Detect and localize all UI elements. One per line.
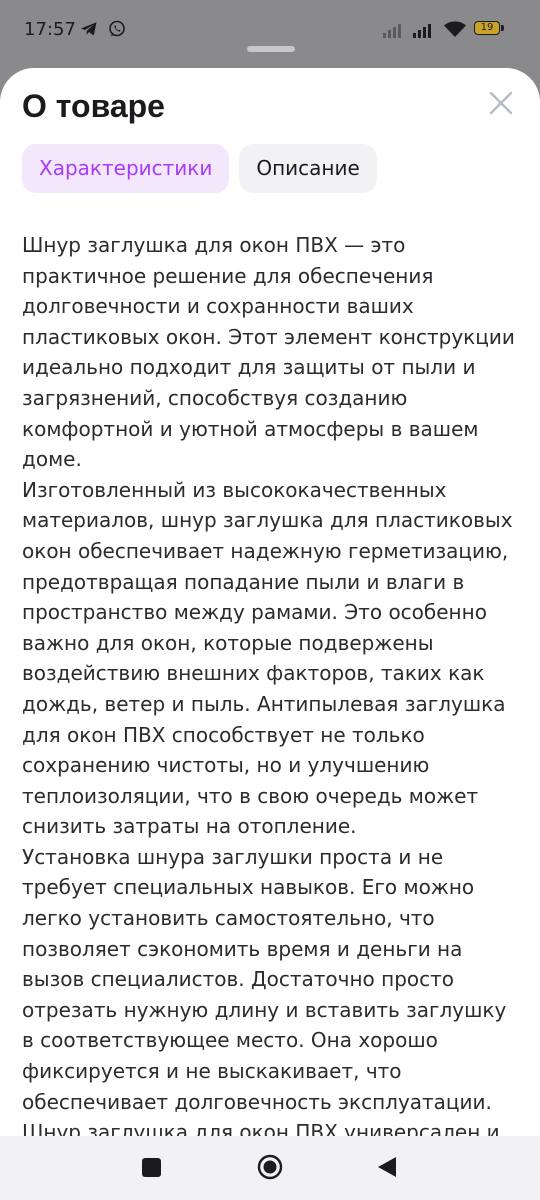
battery-percent: 19 (480, 22, 494, 33)
home-icon[interactable] (257, 1154, 283, 1180)
close-icon[interactable] (488, 90, 514, 116)
back-icon[interactable] (376, 1156, 398, 1178)
wifi-icon (444, 21, 466, 37)
bottom-sheet: О товаре Характеристики Описание Шнур за… (0, 68, 540, 1136)
tabs: Характеристики Описание (22, 144, 377, 193)
tab-description[interactable]: Описание (239, 144, 377, 193)
telegram-icon (81, 22, 97, 36)
sheet-drag-handle[interactable] (247, 46, 295, 52)
tab-characteristics[interactable]: Характеристики (22, 144, 230, 193)
navigation-bar (0, 1136, 540, 1200)
status-bar: 17:57 19 (0, 0, 540, 62)
signal-icon (383, 24, 401, 38)
status-time: 17:57 (24, 19, 76, 40)
sheet-title: О товаре (22, 88, 165, 124)
battery-icon: 19 (474, 21, 504, 37)
battery-tip (501, 25, 504, 31)
signal-icon (413, 24, 431, 38)
whatsapp-icon (109, 20, 125, 37)
product-description: Шнур заглушка для окон ПВХ — это практич… (22, 233, 515, 1136)
recents-icon[interactable] (142, 1158, 161, 1177)
